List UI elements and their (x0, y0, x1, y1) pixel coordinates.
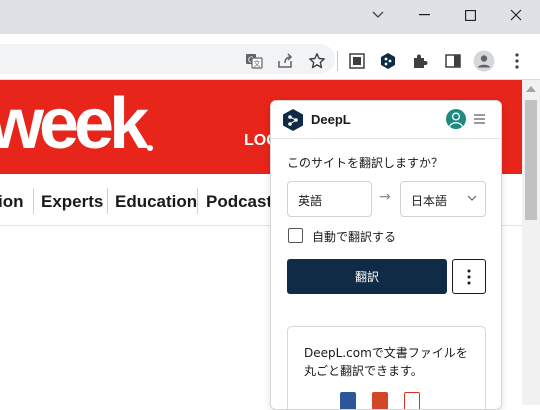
more-options-button[interactable] (452, 259, 486, 294)
target-language-value: 日本語 (411, 194, 448, 208)
close-icon (510, 9, 522, 21)
promo-line-1: DeepL.comで文書ファイルを (304, 346, 468, 360)
bookmark-star-icon (309, 53, 325, 69)
kebab-menu-icon (515, 53, 519, 69)
maximize-button[interactable] (447, 0, 493, 30)
profile-button[interactable] (471, 48, 497, 74)
promo-line-2: 丸ごと翻訳できます。 (304, 364, 423, 378)
translate-question: このサイトを翻訳しますか？ (287, 156, 444, 170)
site-logo[interactable]: week (0, 82, 149, 166)
screenshot-extension-button[interactable] (344, 48, 370, 74)
nav-divider (33, 188, 34, 214)
source-language-value: 英語 (298, 194, 323, 208)
kebab-menu-icon (467, 269, 471, 284)
profile-icon (473, 50, 495, 72)
scrollbar-thumb[interactable] (525, 100, 537, 220)
screenshot-icon (349, 53, 365, 69)
deepl-extension-button[interactable] (375, 48, 401, 74)
title-bar (0, 0, 540, 34)
promo-text: DeepL.comで文書ファイルを 丸ごと翻訳できます。 (304, 344, 474, 380)
auto-translate-checkbox[interactable] (288, 228, 303, 243)
word-file-icon (340, 392, 356, 409)
hamburger-menu-icon[interactable] (474, 114, 485, 124)
browser-menu-button[interactable] (504, 48, 530, 74)
source-language-select[interactable]: 英語 (287, 181, 372, 217)
translate-button-label: 翻訳 (354, 270, 379, 284)
extensions-button[interactable] (407, 48, 433, 74)
deepl-brand-name: DeepL (311, 112, 351, 127)
extensions-puzzle-icon (414, 54, 428, 68)
powerpoint-file-icon (372, 392, 388, 409)
nav-divider (107, 188, 108, 214)
share-button[interactable] (272, 48, 298, 74)
pdf-file-icon (404, 392, 420, 409)
user-avatar-icon (449, 112, 463, 127)
direction-arrow: → (379, 189, 391, 205)
side-panel-button[interactable] (440, 48, 466, 74)
popup-header: DeepL (271, 101, 501, 139)
share-icon (278, 53, 293, 68)
scroll-up-arrow-icon[interactable] (526, 86, 536, 92)
maximize-icon (464, 9, 476, 21)
translate-page-button[interactable]: G 文 (241, 48, 267, 74)
close-button[interactable] (493, 0, 539, 30)
document-translation-promo[interactable]: DeepL.comで文書ファイルを 丸ごと翻訳できます。 (287, 326, 486, 409)
chevron-down-icon (467, 195, 477, 201)
minimize-button[interactable] (401, 0, 447, 30)
translate-button[interactable]: 翻訳 (287, 259, 447, 294)
deepl-extension-icon (381, 53, 395, 69)
nav-item-partial[interactable]: ion (0, 192, 24, 212)
auto-translate-label[interactable]: 自動で翻訳する (312, 228, 396, 245)
tab-search-button[interactable] (355, 0, 401, 30)
nav-divider (197, 188, 198, 214)
target-language-select[interactable]: 日本語 (400, 181, 486, 217)
svg-text:文: 文 (254, 59, 261, 68)
deepl-logo-icon (283, 109, 303, 131)
deepl-translate-popup: DeepL このサイトを翻訳しますか？ 英語 → 日本語 自動で翻訳する 翻訳 … (270, 100, 502, 410)
logo-trademark-dot (147, 145, 153, 151)
toolbar-divider (337, 51, 338, 71)
account-avatar[interactable] (446, 109, 466, 129)
nav-item-education[interactable]: Education (115, 192, 197, 212)
side-panel-icon (445, 54, 461, 68)
chevron-down-icon (372, 11, 384, 18)
nav-item-experts[interactable]: Experts (41, 192, 103, 212)
bookmark-button[interactable] (304, 48, 330, 74)
minimize-icon (418, 14, 430, 16)
translate-page-icon: G 文 (246, 54, 263, 69)
